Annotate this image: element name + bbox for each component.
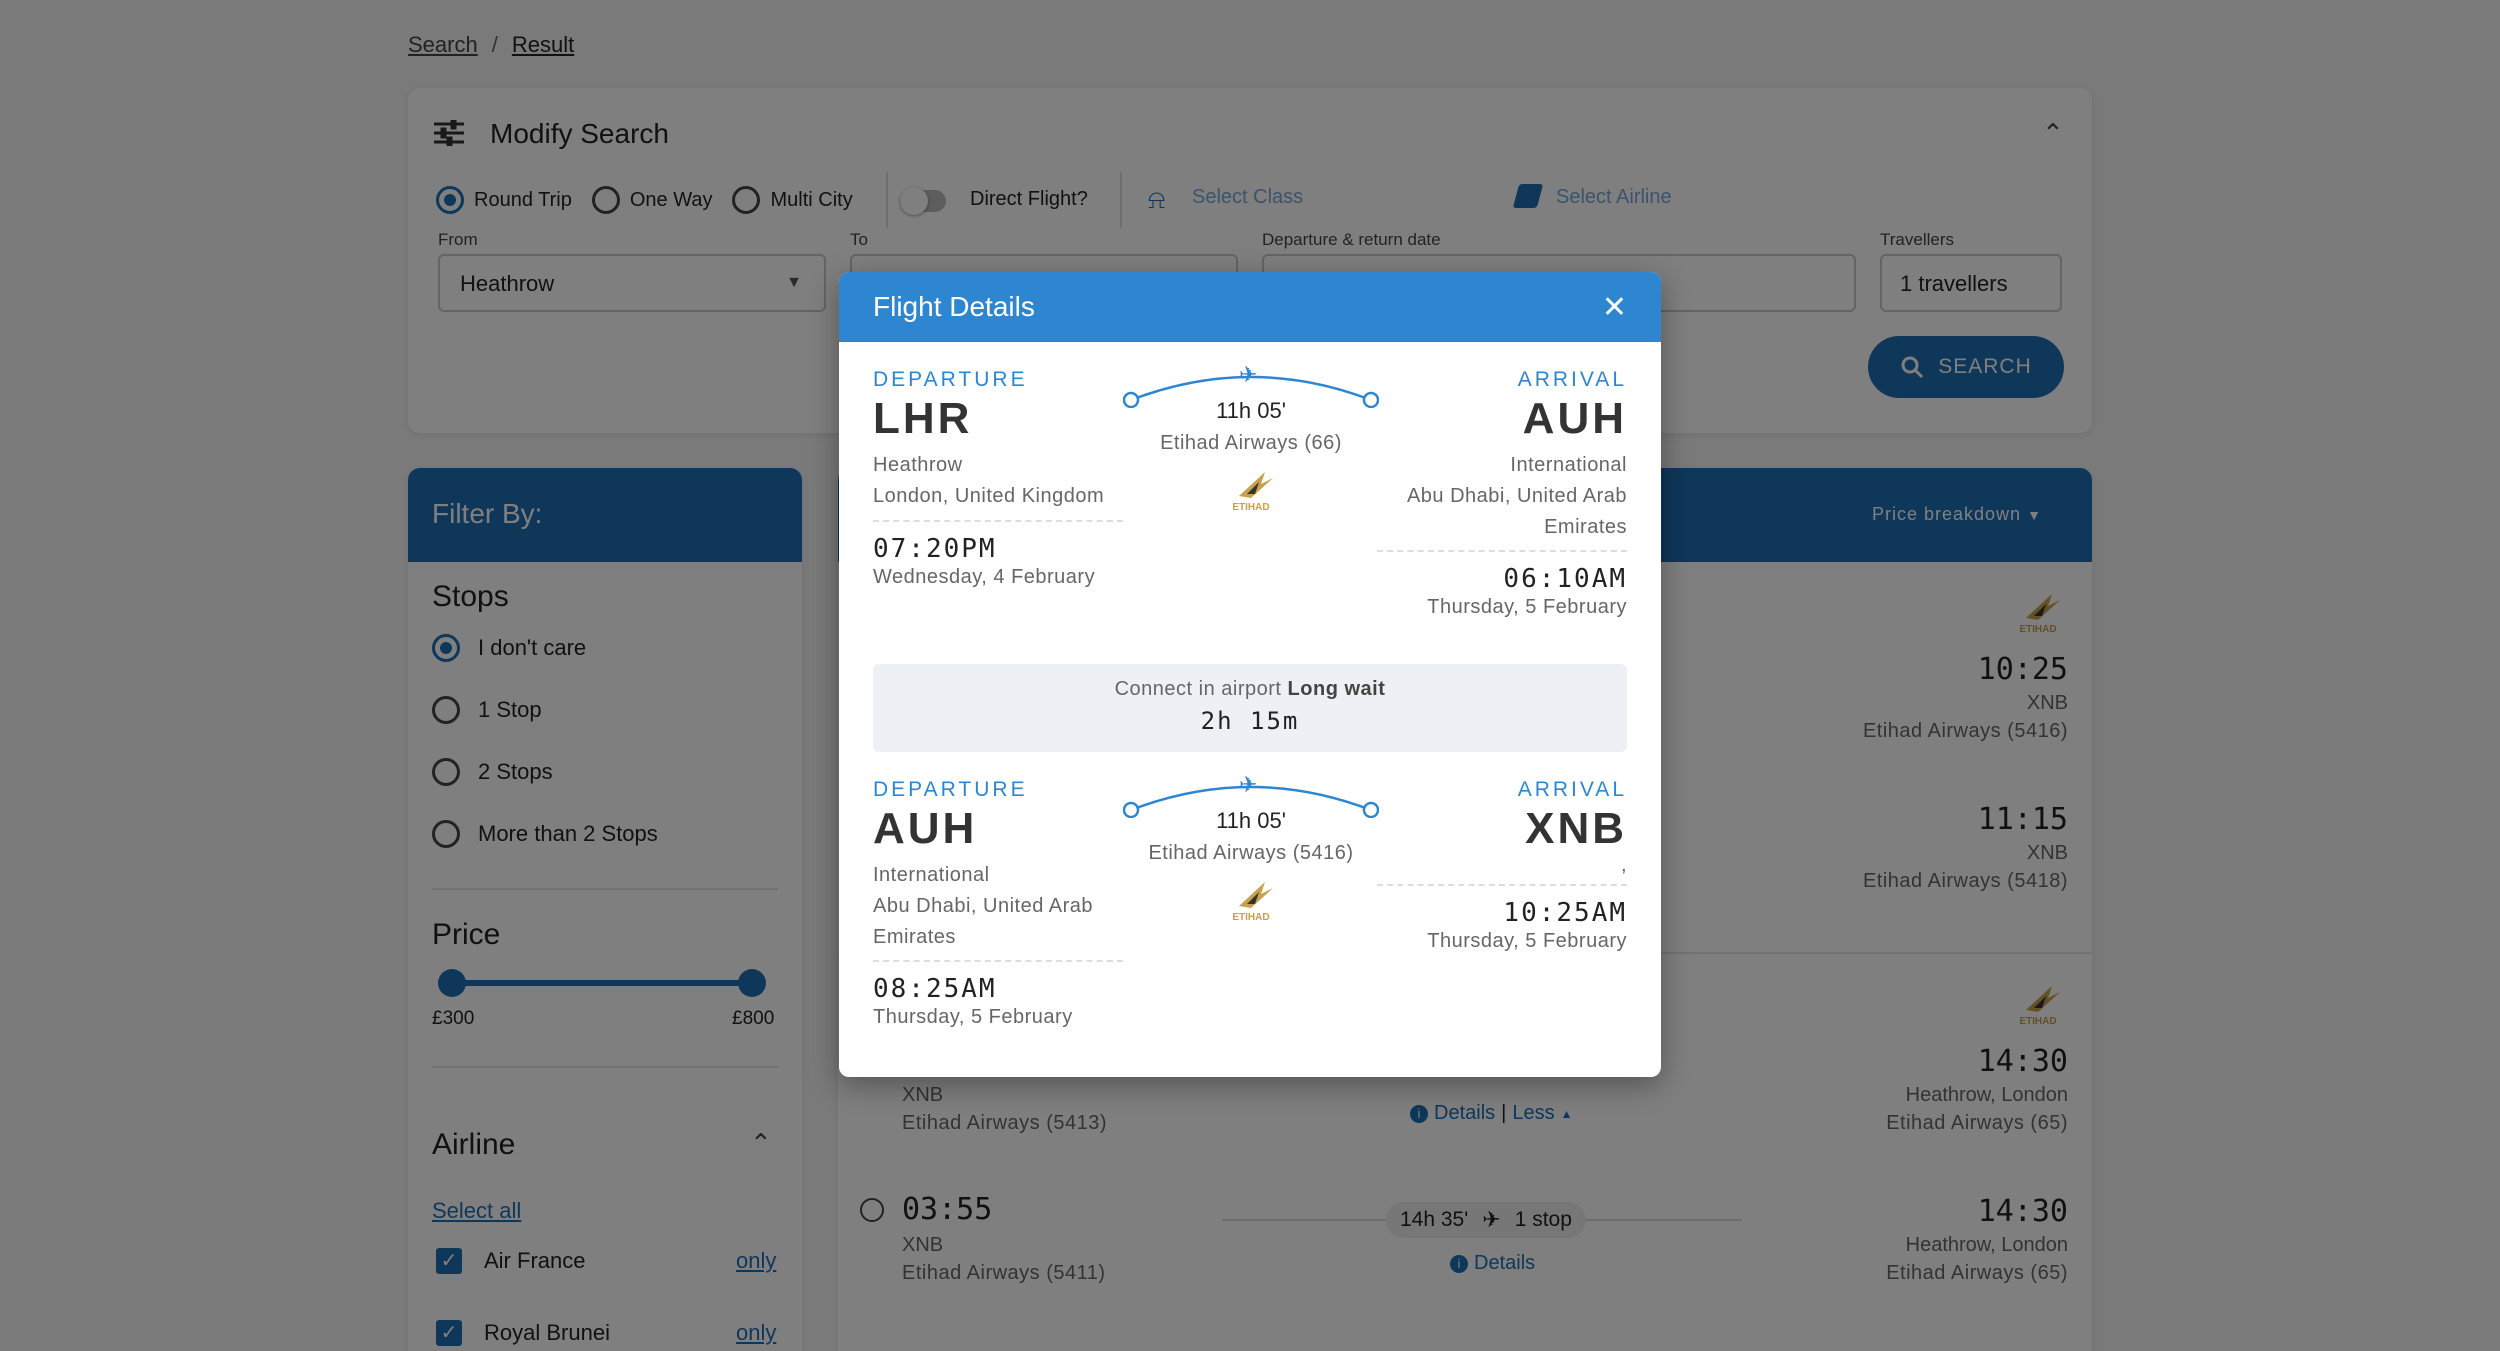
segment-duration: 11h 05' [1216,808,1286,833]
segment-2: DEPARTURE AUH International Abu Dhabi, U… [873,772,1627,1068]
departure-code: LHR [873,394,973,443]
segment-duration: 11h 05' [1216,398,1286,423]
arrival-code: XNB [1525,804,1627,853]
arrival-label: ARRIVAL [1517,368,1627,391]
connect-strong: Long wait [1287,678,1386,700]
flight-details-modal: Flight Details ✕ DEPARTURE LHR Heathrow … [839,272,1661,1077]
close-icon[interactable]: ✕ [1602,290,1627,325]
arrival-date: Thursday, 5 February [1427,596,1627,618]
segment-1: DEPARTURE LHR Heathrow London, United Ki… [873,362,1627,658]
departure-airport: Heathrow [873,454,963,476]
plane-icon: ✈ [1239,362,1258,387]
arrival-code: AUH [1522,394,1627,443]
arrival-airport: International [1510,454,1627,476]
arrival-airport: , [1620,854,1627,876]
segment-airline: Etihad Airways (66) [1160,432,1342,454]
arrival-city: Abu Dhabi, United Arab Emirates [1406,485,1627,538]
arrival-date: Thursday, 5 February [1427,930,1627,952]
departure-time: 07:20PM [873,534,997,564]
departure-label: DEPARTURE [873,368,1028,391]
connect-text: Connect in airport [1114,678,1282,700]
arrival-label: ARRIVAL [1517,778,1627,801]
etihad-logo: ETIHAD [1221,878,1281,923]
dashed-divider [1377,884,1627,886]
arrival-time: 10:25AM [1503,898,1627,928]
modal-title: Flight Details [873,291,1035,322]
departure-airport: International [873,864,990,886]
connect-duration: 2h 15m [1200,707,1300,735]
segment-airline: Etihad Airways (5416) [1148,842,1354,864]
dashed-divider [873,520,1123,522]
dashed-divider [873,960,1123,962]
departure-city: Abu Dhabi, United Arab Emirates [873,895,1094,948]
modal-header: Flight Details ✕ [839,272,1661,342]
departure-date: Wednesday, 4 February [873,566,1096,588]
arrival-time: 06:10AM [1503,564,1627,594]
connection-box: Connect in airport Long wait 2h 15m [873,664,1627,752]
departure-city: London, United Kingdom [873,485,1105,507]
etihad-logo: ETIHAD [1221,468,1281,513]
departure-code: AUH [873,804,978,853]
departure-label: DEPARTURE [873,778,1028,801]
plane-icon: ✈ [1239,772,1258,797]
dashed-divider [1377,550,1627,552]
departure-date: Thursday, 5 February [873,1006,1073,1028]
departure-time: 08:25AM [873,974,997,1004]
